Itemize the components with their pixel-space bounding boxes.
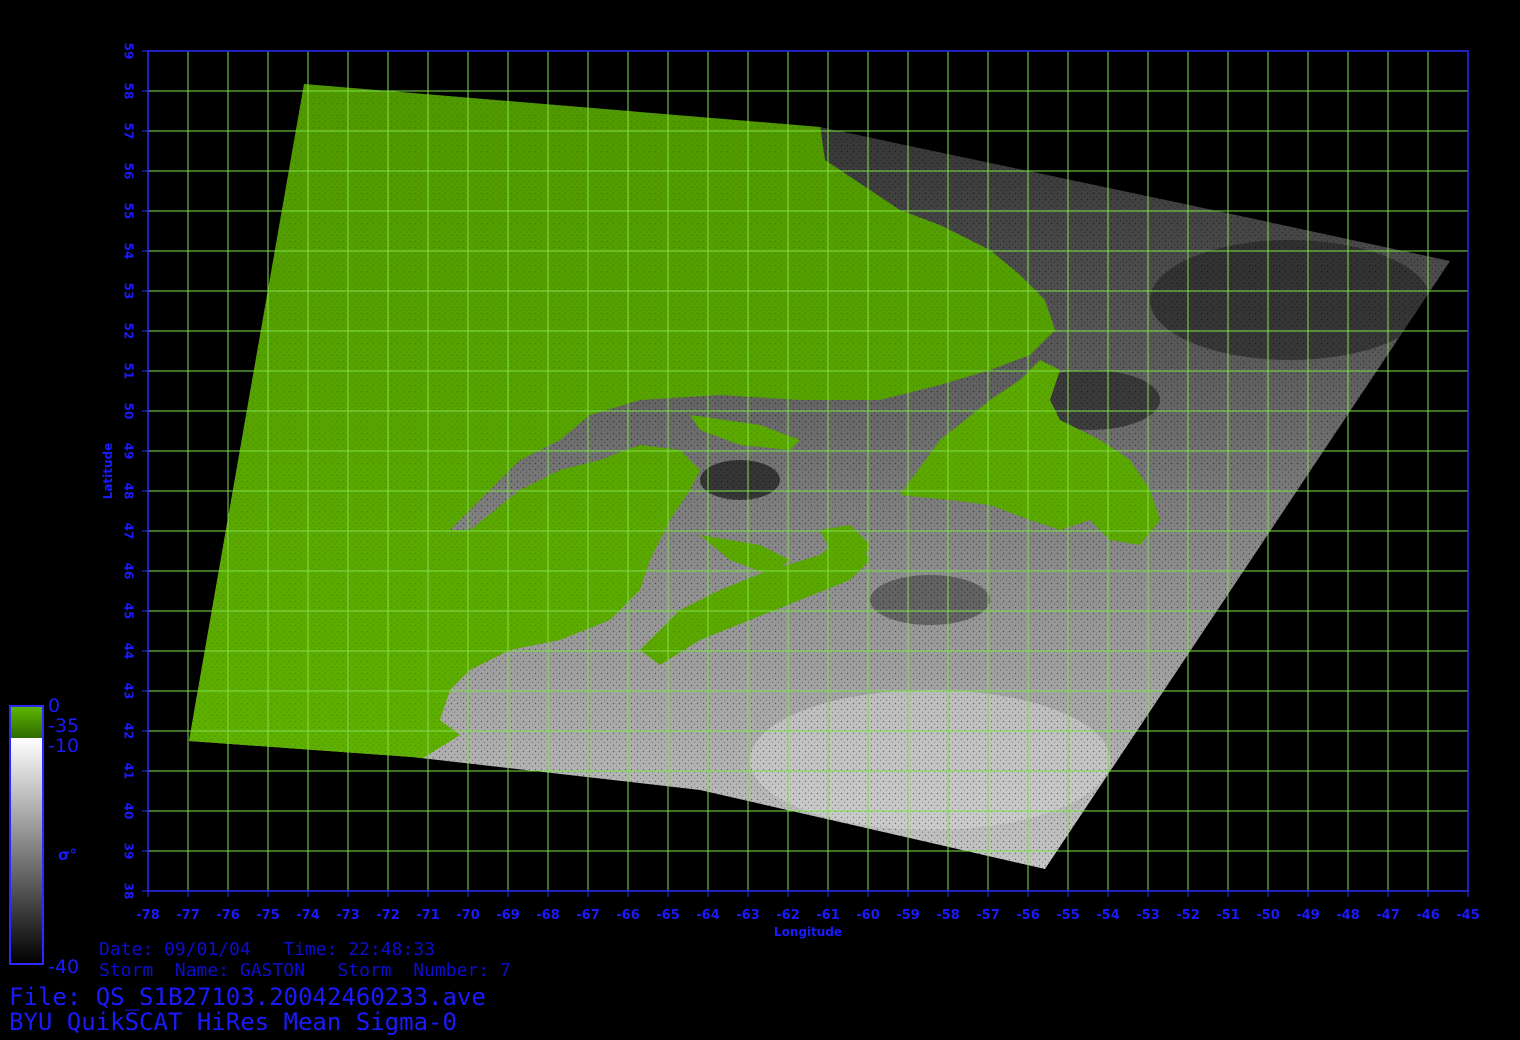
lat-tick-label: 52 — [122, 323, 136, 340]
colorbar-land-min-label: -35 — [48, 715, 80, 737]
lat-tick-label: 38 — [122, 883, 136, 900]
lat-tick-label: 41 — [122, 763, 136, 780]
lon-tick-label: -71 — [416, 908, 440, 923]
colorbar-land-max-label: 0 — [48, 695, 61, 717]
lon-tick-label: -55 — [1056, 908, 1080, 923]
lon-tick-label: -66 — [616, 908, 640, 923]
x-axis-label: Longitude — [774, 925, 842, 939]
lon-tick-label: -57 — [976, 908, 1000, 923]
lat-tick-label: 58 — [122, 83, 136, 100]
lat-tick-label: 50 — [122, 403, 136, 420]
lon-tick-label: -53 — [1136, 908, 1160, 923]
lon-tick-label: -63 — [736, 908, 760, 923]
lon-tick-label: -75 — [256, 908, 280, 923]
colorbar-ocean-min-label: -40 — [48, 956, 80, 978]
lon-tick-label: -72 — [376, 908, 400, 923]
lon-tick-label: -70 — [456, 908, 480, 923]
lon-tick-label: -47 — [1376, 908, 1400, 923]
lon-tick-label: -77 — [176, 908, 200, 923]
lat-tick-label: 40 — [122, 803, 136, 820]
lon-tick-label: -68 — [536, 908, 560, 923]
lat-tick-label: 44 — [122, 643, 136, 660]
lat-tick-label: 45 — [122, 603, 136, 620]
lon-tick-label: -64 — [696, 908, 720, 923]
lat-tick-label: 56 — [122, 163, 136, 180]
lat-tick-label: 43 — [122, 683, 136, 700]
lon-tick-label: -48 — [1336, 908, 1360, 923]
lat-tick-label: 55 — [122, 203, 136, 220]
lon-tick-label: -59 — [896, 908, 920, 923]
lon-tick-label: -54 — [1096, 908, 1120, 923]
lon-tick-label: -50 — [1256, 908, 1280, 923]
storm-line: Storm Name: GASTON Storm Number: 7 — [99, 960, 511, 981]
lon-tick-label: -46 — [1416, 908, 1440, 923]
lat-tick-label: 51 — [122, 363, 136, 380]
lat-tick-label: 59 — [122, 43, 136, 60]
colorbar-land-segment — [10, 706, 43, 738]
latitude-ticks: 38 39 40 41 42 43 44 45 46 47 48 49 50 51 52 53 54 55 56 57… — [122, 43, 148, 900]
lat-tick-label: 54 — [122, 243, 136, 260]
lon-tick-label: -67 — [576, 908, 600, 923]
lon-tick-label: -62 — [776, 908, 800, 923]
lon-tick-label: -51 — [1216, 908, 1240, 923]
file-line: File: QS_S1B27103.20042460233.ave — [9, 983, 486, 1011]
lat-tick-label: 39 — [122, 843, 136, 860]
date-time-line: Date: 09/01/04 Time: 22:48:33 — [99, 939, 435, 960]
lon-tick-label: -49 — [1296, 908, 1320, 923]
lon-tick-label: -73 — [336, 908, 360, 923]
lat-tick-label: 48 — [122, 483, 136, 500]
lat-tick-label: 46 — [122, 563, 136, 580]
lon-tick-label: -74 — [296, 908, 320, 923]
lon-tick-label: -52 — [1176, 908, 1200, 923]
lon-tick-label: -65 — [656, 908, 680, 923]
lon-tick-label: -58 — [936, 908, 960, 923]
lon-tick-label: -60 — [856, 908, 880, 923]
longitude-ticks: -78 -77 -76 -75 -74 -73 -72 -71 -70 -69 -68 -67 -66 -… — [136, 891, 1480, 923]
colorbar-symbol: σ° — [58, 846, 77, 864]
lon-tick-label: -78 — [136, 908, 160, 923]
lon-tick-label: -69 — [496, 908, 520, 923]
map-title: BYU QuikSCAT HiRes Mean Sigma-0 — [9, 1008, 457, 1036]
lat-tick-label: 49 — [122, 443, 136, 460]
lon-tick-label: -45 — [1456, 908, 1480, 923]
lat-tick-label: 47 — [122, 523, 136, 540]
lon-tick-label: -76 — [216, 908, 240, 923]
colorbar-ocean-max-label: -10 — [48, 735, 80, 757]
lat-tick-label: 42 — [122, 723, 136, 740]
sigma0-map: -78 -77 -76 -75 -74 -73 -72 -71 -70 -69 -68 -67 -66 -… — [9, 43, 1480, 965]
y-axis-label: Latitude — [101, 443, 115, 500]
lat-tick-label: 57 — [122, 123, 136, 140]
lat-tick-label: 53 — [122, 283, 136, 300]
colorbar-ocean-segment — [10, 738, 43, 964]
lon-tick-label: -61 — [816, 908, 840, 923]
lon-tick-label: -56 — [1016, 908, 1040, 923]
